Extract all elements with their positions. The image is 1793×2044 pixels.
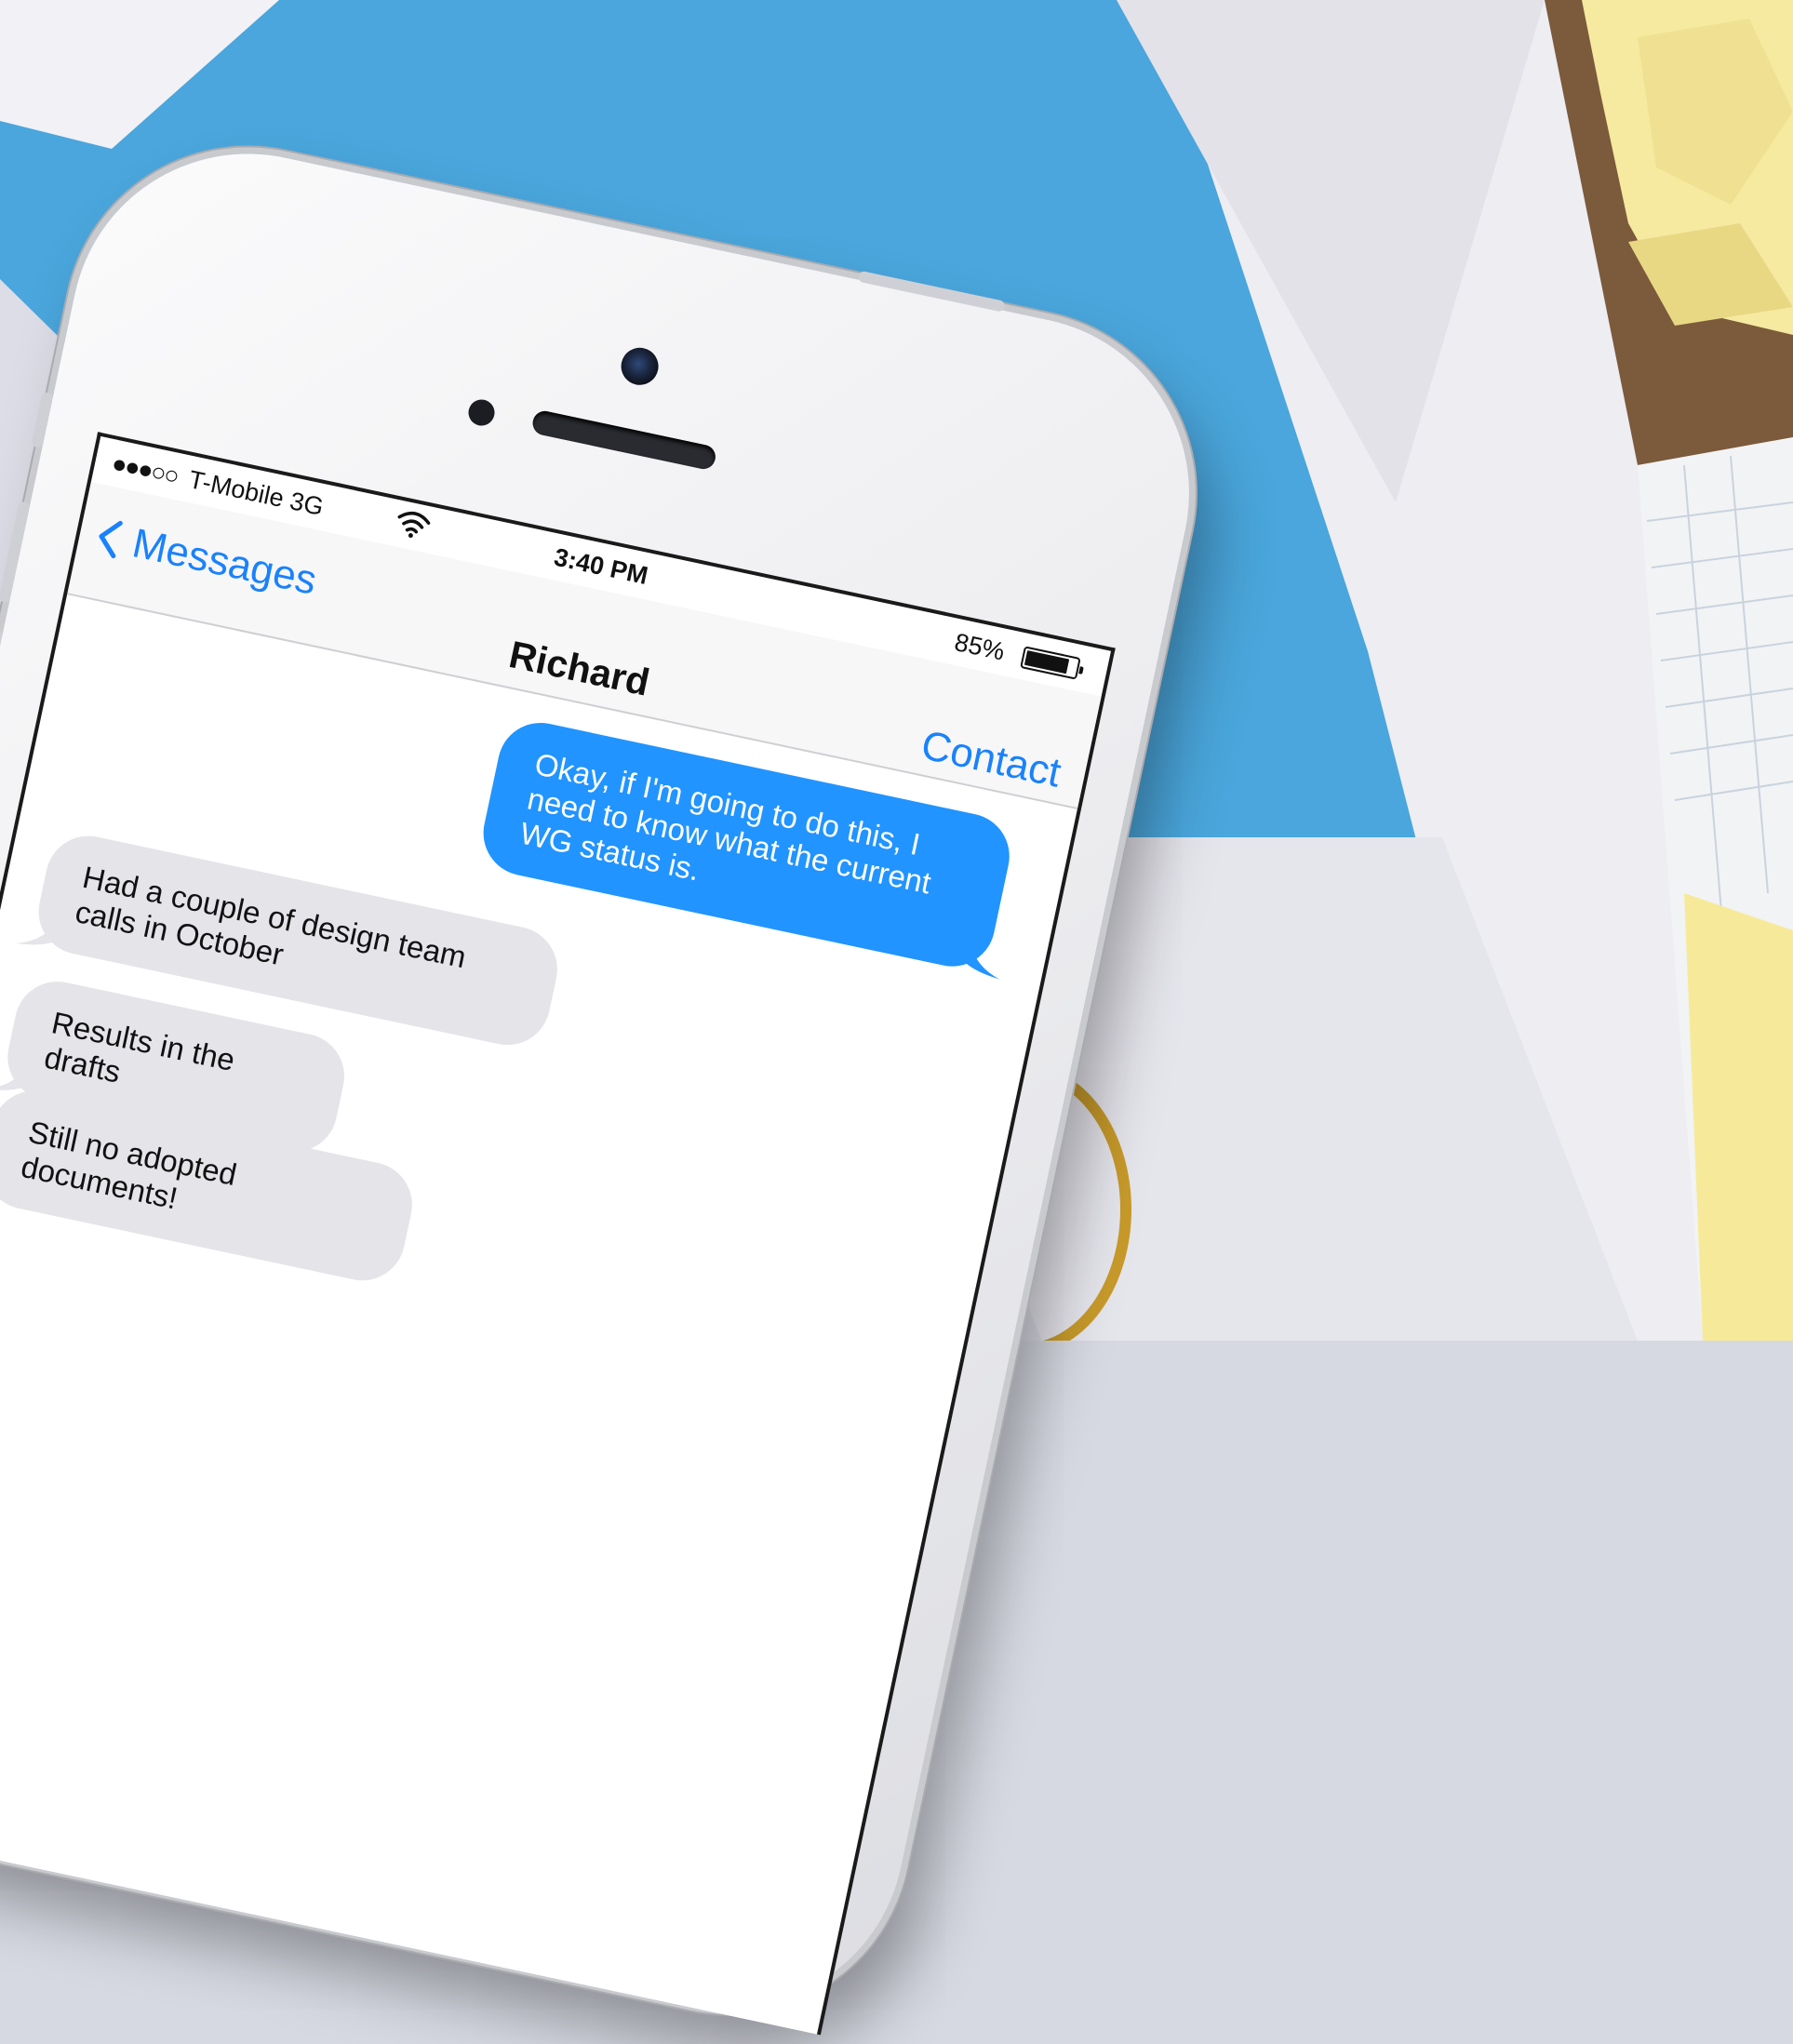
- volume-down-button: [0, 628, 4, 731]
- bubble-tail: [15, 915, 60, 945]
- battery-level-fill: [1024, 650, 1070, 675]
- screen: ●●●○○ T-Mobile 3G 3:40 PM 85% Messages R…: [0, 432, 1116, 2036]
- earpiece-speaker: [530, 408, 718, 472]
- message-text: Had a couple of design team calls in Oct…: [72, 859, 470, 975]
- bubble-tail: [0, 1169, 7, 1200]
- message-text: Still no adopted documents!: [18, 1114, 240, 1216]
- battery-percent: 85%: [952, 628, 1008, 666]
- message-text: Results in the drafts: [41, 1005, 238, 1089]
- bubble-tail: [0, 1060, 30, 1090]
- bubble-tail: [964, 935, 1000, 980]
- proximity-sensor: [465, 396, 498, 429]
- iphone: ●●●○○ T-Mobile 3G 3:40 PM 85% Messages R…: [0, 121, 1223, 2041]
- message-thread: Okay, if I'm going to do this, I need to…: [0, 593, 1077, 2034]
- front-camera: [617, 344, 662, 389]
- message-text: Okay, if I'm going to do this, I need to…: [516, 746, 934, 901]
